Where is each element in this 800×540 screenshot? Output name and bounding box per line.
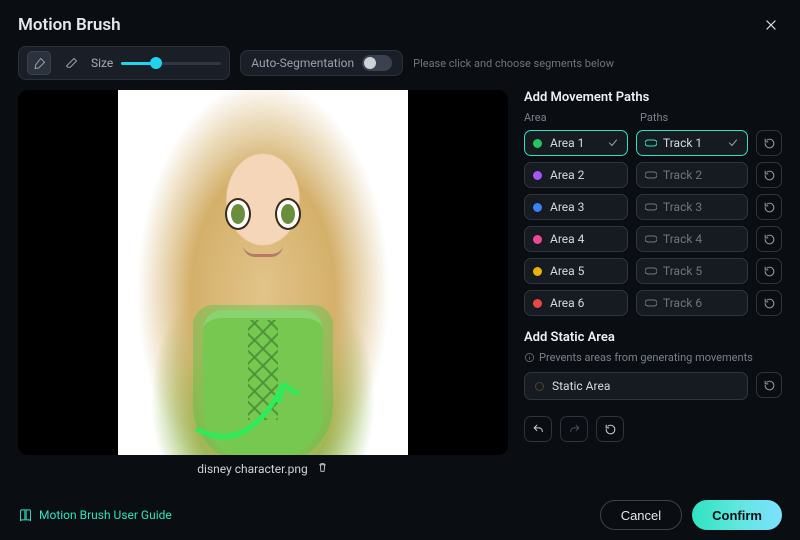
track-label: Track 6 (663, 296, 702, 310)
brush-icon (32, 56, 47, 71)
track-icon (645, 138, 657, 148)
reset-icon (763, 169, 776, 182)
canvas-image (118, 90, 408, 455)
reset-icon (763, 137, 776, 150)
track-label: Track 2 (663, 168, 702, 182)
user-guide-label: Motion Brush User Guide (39, 508, 172, 522)
reset-icon (763, 233, 776, 246)
filename-label: disney character.png (197, 462, 307, 476)
reset-row-button[interactable] (756, 162, 782, 188)
area-pill[interactable]: Area 1 (524, 130, 628, 156)
trash-icon (316, 461, 329, 474)
track-pill[interactable]: Track 3 (636, 194, 748, 220)
toolbar-hint: Please click and choose segments below (413, 57, 614, 70)
static-area-button[interactable]: Static Area (524, 372, 748, 400)
track-pill[interactable]: Track 2 (636, 162, 748, 188)
reset-icon (763, 297, 776, 310)
static-title: Add Static Area (524, 330, 782, 345)
track-icon (645, 266, 657, 276)
paths-header: Paths (640, 111, 782, 124)
autoseg-toggle[interactable] (362, 55, 392, 71)
track-pill[interactable]: Track 4 (636, 226, 748, 252)
user-guide-link[interactable]: Motion Brush User Guide (18, 508, 172, 523)
static-desc: Prevents areas from generating movements (539, 351, 753, 364)
close-button[interactable] (760, 14, 782, 36)
reset-static-button[interactable] (756, 372, 782, 398)
area-label: Area 4 (550, 232, 584, 246)
area-label: Area 3 (550, 200, 584, 214)
area-pill[interactable]: Area 4 (524, 226, 628, 252)
area-label: Area 1 (550, 136, 584, 150)
info-icon (524, 352, 535, 363)
area-label: Area 6 (550, 296, 584, 310)
track-label: Track 3 (663, 200, 702, 214)
area-header: Area (524, 111, 628, 124)
reset-icon (604, 423, 617, 436)
track-label: Track 4 (663, 232, 702, 246)
motion-path-arrow (188, 360, 338, 454)
undo-button[interactable] (524, 416, 552, 442)
reset-row-button[interactable] (756, 194, 782, 220)
area-pill[interactable]: Area 3 (524, 194, 628, 220)
cancel-button[interactable]: Cancel (600, 500, 682, 530)
area-pill[interactable]: Area 6 (524, 290, 628, 316)
toolbar: Size Auto-Segmentation Please click and … (18, 46, 782, 80)
brush-canvas[interactable] (18, 90, 508, 455)
check-icon (607, 137, 619, 149)
track-label: Track 5 (663, 264, 702, 278)
track-icon (645, 202, 657, 212)
reset-row-button[interactable] (756, 258, 782, 284)
reset-icon (763, 265, 776, 278)
area-pill[interactable]: Area 2 (524, 162, 628, 188)
track-icon (645, 170, 657, 180)
check-icon (727, 137, 739, 149)
undo-icon (532, 423, 545, 436)
size-label: Size (91, 56, 113, 70)
reset-row-button[interactable] (756, 226, 782, 252)
track-pill[interactable]: Track 5 (636, 258, 748, 284)
book-icon (18, 508, 33, 523)
confirm-button[interactable]: Confirm (692, 500, 782, 530)
reset-icon (763, 201, 776, 214)
brush-tool[interactable] (27, 51, 51, 75)
area-label: Area 2 (550, 168, 584, 182)
track-pill[interactable]: Track 6 (636, 290, 748, 316)
close-icon (764, 18, 778, 32)
area-label: Area 5 (550, 264, 584, 278)
dialog-title: Motion Brush (18, 15, 121, 35)
reset-row-button[interactable] (756, 130, 782, 156)
eraser-icon (64, 56, 79, 71)
autoseg-label: Auto-Segmentation (251, 56, 354, 70)
brush-size-slider[interactable] (121, 53, 221, 73)
area-pill[interactable]: Area 5 (524, 258, 628, 284)
movement-title: Add Movement Paths (524, 90, 782, 105)
track-label: Track 1 (663, 136, 702, 150)
reset-all-button[interactable] (596, 416, 624, 442)
track-pill[interactable]: Track 1 (636, 130, 748, 156)
delete-file-button[interactable] (316, 461, 329, 477)
reset-icon (763, 379, 776, 392)
static-area-label: Static Area (552, 379, 610, 393)
reset-row-button[interactable] (756, 290, 782, 316)
eraser-tool[interactable] (59, 51, 83, 75)
redo-icon (568, 423, 581, 436)
track-icon (645, 234, 657, 244)
track-icon (645, 298, 657, 308)
redo-button[interactable] (560, 416, 588, 442)
